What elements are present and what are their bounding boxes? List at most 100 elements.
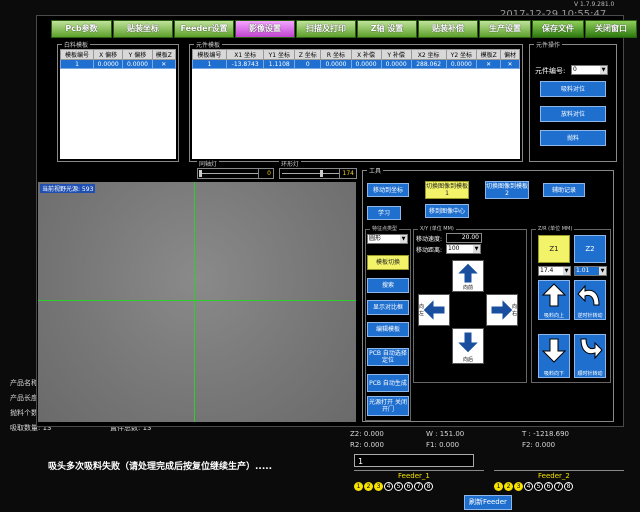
table-cell[interactable]: ✕ [500, 59, 520, 69]
tab-z-axis[interactable]: Z轴 设置 [357, 20, 417, 38]
search-button[interactable]: 搜索 [367, 278, 409, 293]
feature-type-select[interactable]: 圆形 [367, 234, 408, 244]
slot-1[interactable]: 1 [494, 482, 503, 491]
z-down-label: 吸料向下 [543, 371, 564, 377]
slot-2[interactable]: 2 [504, 482, 513, 491]
table-row[interactable]: 1 -13.8743 1.1108 0 0.0000 0.0000 0.0000… [192, 59, 520, 69]
table-cell[interactable]: 0 [294, 59, 322, 69]
backward-label: 向后 [462, 357, 473, 363]
table-cell[interactable]: 1.1108 [263, 59, 296, 69]
z-value-select-1[interactable]: 17.4 [538, 266, 571, 276]
right-label: 向右 [512, 304, 518, 317]
slot-5[interactable]: 5 [394, 482, 403, 491]
pcb-auto-locate-button[interactable]: PCB 自动选择定位 [367, 348, 409, 366]
table-cell[interactable]: 0.0000 [350, 59, 382, 69]
throw-button[interactable]: 抛料 [540, 130, 606, 146]
slot-3[interactable]: 3 [514, 482, 523, 491]
tab-placement-compensation[interactable]: 贴装补偿 [418, 20, 478, 38]
distance-select[interactable]: 100 [446, 244, 481, 254]
coaxial-light-value: 0 [258, 168, 274, 179]
learn-button[interactable]: 学习 [367, 206, 401, 220]
table-cell[interactable]: 0.0000 [320, 59, 352, 69]
z-value-select-2[interactable]: 1.01 [574, 266, 607, 276]
camera-view[interactable]: 当前视野光源: 593 [38, 182, 356, 422]
pcb-auto-generate-button[interactable]: PCB 自动生成 [367, 374, 409, 392]
feeder1-slots[interactable]: 12345678 [354, 482, 434, 491]
slider-thumb[interactable] [199, 170, 202, 177]
slot-6[interactable]: 6 [404, 482, 413, 491]
show-compare-button[interactable]: 显示对比框 [367, 300, 409, 315]
z2-readout: Z2: 0.000 [350, 430, 384, 438]
z2-button[interactable]: Z2 [574, 235, 606, 263]
distance-label: 移动距离: [416, 247, 443, 254]
speed-value[interactable]: 20.00 [446, 233, 482, 243]
move-right-button[interactable]: 向右 [486, 294, 518, 326]
feature-panel: 特征点类型 圆形 模板切换 搜索 显示对比框 编辑模板 PCB 自动选择定位 P… [365, 225, 411, 421]
throw-count-label: 抛料个数 [10, 409, 38, 417]
z1-button[interactable]: Z1 [538, 235, 570, 263]
slot-3[interactable]: 3 [374, 482, 383, 491]
xy-panel: X/Y (单位 MM) 移动速度: 20.00 移动距离: 100 向前 向左 … [413, 225, 527, 383]
table-row[interactable]: 1 0.0000 0.0000 ✕ [60, 59, 177, 69]
forward-label: 向前 [462, 285, 473, 291]
table-cell[interactable]: 0.0000 [380, 59, 412, 69]
refresh-feeder-button[interactable]: 刷新Feeder [464, 495, 512, 510]
tab-placement-coords[interactable]: 贴装坐标 [113, 20, 173, 38]
template-switch-button[interactable]: 模板切换 [367, 255, 409, 270]
feeder2-slots[interactable]: 12345678 [494, 482, 574, 491]
close-window-button[interactable]: 关闭窗口 [585, 20, 637, 38]
slot-2[interactable]: 2 [364, 482, 373, 491]
component-number-select[interactable]: 0 [571, 65, 608, 75]
light-toggle-button[interactable]: 光源打开 关闭开门 [367, 396, 409, 416]
z-down-button[interactable]: 吸料向下 [538, 334, 570, 378]
table-cell[interactable]: -13.8743 [225, 59, 265, 69]
slot-1[interactable]: 1 [354, 482, 363, 491]
component-template-grid[interactable]: 模板编号 X1 坐标 Y1 坐标 Z 坐标 R 坐标 X 补偿 Y 补偿 X2 … [192, 49, 520, 159]
slot-8[interactable]: 8 [564, 482, 573, 491]
rotate-ccw-button[interactable]: 逆时针转动 [574, 280, 606, 320]
component-ops-title: 元件操作 [534, 40, 563, 49]
tab-production-settings[interactable]: 生产设置 [479, 20, 531, 38]
z-up-button[interactable]: 吸料向上 [538, 280, 570, 320]
col-header: 模板Z [151, 49, 177, 60]
table-cell[interactable]: ✕ [476, 59, 502, 69]
camera-status-label: 当前视野光源: 593 [40, 184, 96, 193]
switch-template1-button[interactable]: 切换图像到模板1 [425, 181, 469, 199]
tab-pcb-params[interactable]: Pcb参数 [51, 20, 112, 38]
slot-6[interactable]: 6 [544, 482, 553, 491]
tools-title: 工具 [367, 166, 384, 175]
switch-template2-button[interactable]: 切换图像到模板2 [485, 181, 529, 199]
aux-record-button[interactable]: 辅助记录 [543, 183, 585, 197]
tab-feeder-settings[interactable]: Feeder设置 [174, 20, 234, 38]
table-cell[interactable]: ✕ [151, 59, 177, 69]
rotate-cw-label: 顺时针转动 [577, 371, 603, 377]
move-backward-button[interactable]: 向后 [452, 328, 484, 364]
table-cell[interactable]: 288.062 [410, 59, 447, 69]
tab-scan-print[interactable]: 扫描及打印 [296, 20, 356, 38]
feeder-input[interactable]: 1 [354, 454, 474, 467]
table-cell[interactable]: 0.0000 [92, 59, 124, 69]
slot-7[interactable]: 7 [554, 482, 563, 491]
z-up-label: 吸料向上 [543, 313, 564, 319]
slider-thumb[interactable] [320, 170, 323, 177]
move-forward-button[interactable]: 向前 [452, 260, 484, 292]
mark-template-grid[interactable]: 模板编号 X 偏移 Y 偏移 模板Z 1 0.0000 0.0000 ✕ [60, 49, 177, 159]
table-cell[interactable]: 0.0000 [122, 59, 153, 69]
table-cell[interactable]: 0.0000 [445, 59, 478, 69]
slot-7[interactable]: 7 [414, 482, 423, 491]
table-cell[interactable]: 1 [60, 59, 94, 69]
move-to-center-button[interactable]: 移到图像中心 [425, 204, 469, 218]
tab-image-settings[interactable]: 影像设置 [235, 20, 295, 38]
slot-8[interactable]: 8 [424, 482, 433, 491]
move-left-button[interactable]: 向左 [418, 294, 450, 326]
edit-template-button[interactable]: 编辑模板 [367, 322, 409, 337]
slot-4[interactable]: 4 [384, 482, 393, 491]
place-align-button[interactable]: 放料对位 [540, 106, 606, 122]
save-file-button[interactable]: 保存文件 [532, 20, 584, 38]
slot-5[interactable]: 5 [534, 482, 543, 491]
move-to-coord-button[interactable]: 移动到坐标 [367, 183, 409, 197]
rotate-cw-button[interactable]: 顺时针转动 [574, 334, 606, 378]
table-cell[interactable]: 1 [192, 59, 227, 69]
pick-align-button[interactable]: 吸料对位 [540, 81, 606, 97]
slot-4[interactable]: 4 [524, 482, 533, 491]
